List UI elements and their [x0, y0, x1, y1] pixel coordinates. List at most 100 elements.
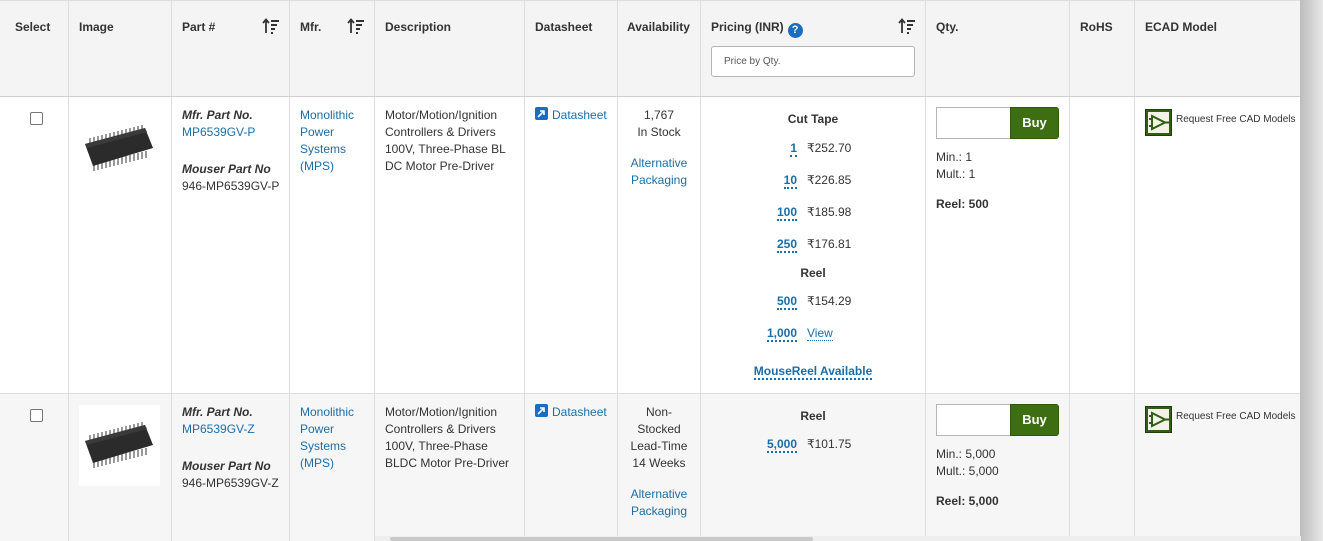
help-icon[interactable]: ? [787, 23, 803, 38]
product-image[interactable] [79, 108, 160, 189]
header-part[interactable]: Part # [172, 1, 290, 96]
ecad-model-icon[interactable] [1145, 406, 1172, 433]
select-checkbox[interactable] [30, 409, 43, 422]
reel-qty: Reel: 5,000 [936, 494, 999, 508]
row-availability-cell: Non- Stocked Lead-Time 14 Weeks Alternat… [618, 394, 701, 541]
datasheet-label[interactable]: Datasheet [552, 108, 607, 122]
alt-line[interactable]: Alternative [631, 156, 688, 170]
datasheet-link[interactable]: Datasheet [535, 107, 607, 124]
price-break-price: ₹154.29 [807, 294, 852, 308]
header-mfr-label[interactable]: Mfr. [300, 20, 321, 34]
chip-icon [85, 125, 153, 171]
sort-icon[interactable] [347, 18, 365, 34]
price-break-qty[interactable]: 500 [751, 294, 797, 310]
reel-label: Reel [800, 409, 826, 423]
price-by-qty-input[interactable] [711, 46, 915, 77]
price-break-qty[interactable]: 250 [751, 237, 797, 253]
select-checkbox[interactable] [30, 112, 43, 125]
row-desc-cell: Motor/Motion/Ignition Controllers & Driv… [375, 394, 525, 541]
price-break-qty[interactable]: 10 [751, 173, 797, 189]
header-availability-label: Availability [627, 20, 690, 34]
request-cad-link[interactable]: Request Free CAD Models [1176, 114, 1296, 125]
price-break-price: ₹185.98 [807, 205, 852, 219]
availability-text: Non- Stocked Lead-Time 14 Weeks [618, 404, 700, 472]
quantity-input[interactable] [936, 404, 1011, 436]
view-pricing-link[interactable]: View [807, 326, 833, 341]
header-part-label[interactable]: Part # [182, 20, 215, 34]
header-ecad: ECAD Model [1135, 1, 1300, 96]
alternative-packaging-link[interactable]: Alternative Packaging [618, 155, 700, 189]
row-availability-cell: 1,767 In Stock Alternative Packaging [618, 97, 701, 393]
manufacturer-link[interactable]: Monolithic Power Systems (MPS) [300, 107, 354, 175]
external-link-icon [535, 107, 548, 120]
row-image-cell [69, 97, 172, 393]
reel-qty: Reel: 500 [936, 197, 989, 211]
mfr-part-link[interactable]: MP6539GV-P [182, 124, 255, 141]
alt-line[interactable]: Alternative [631, 487, 688, 501]
price-break-row: 1 ₹252.70 [751, 141, 852, 157]
row-pricing-cell: Reel 5,000 ₹101.75 [701, 394, 926, 541]
row-desc-cell: Motor/Motion/Ignition Controllers & Driv… [375, 97, 525, 393]
manufacturer-line[interactable]: Monolithic [300, 405, 354, 419]
mfr-part-link[interactable]: MP6539GV-Z [182, 421, 255, 438]
row-part-cell: Mfr. Part No. MP6539GV-Z Mouser Part No … [172, 394, 290, 541]
manufacturer-line[interactable]: Systems [300, 142, 346, 156]
buy-button[interactable]: Buy [1010, 107, 1059, 139]
ecad-model-icon[interactable] [1145, 109, 1172, 136]
chip-icon [85, 422, 153, 468]
manufacturer-line[interactable]: (MPS) [300, 456, 334, 470]
price-break-qty[interactable]: 1 [751, 141, 797, 157]
horizontal-scrollbar-thumb[interactable] [390, 537, 813, 541]
manufacturer-link[interactable]: Monolithic Power Systems (MPS) [300, 404, 354, 472]
request-cad-link[interactable]: Request Free CAD Models [1176, 411, 1296, 422]
price-break-price: ₹252.70 [807, 141, 852, 155]
quantity-input[interactable] [936, 107, 1011, 139]
alt-line[interactable]: Packaging [631, 504, 687, 518]
row-mfr-cell: Monolithic Power Systems (MPS) [290, 97, 375, 393]
header-select-label: Select [15, 20, 51, 34]
row-datasheet-cell: Datasheet [525, 97, 618, 393]
reel-label: Reel [800, 266, 826, 280]
mult-qty: Mult.: 5,000 [936, 464, 999, 478]
description-line: BLDC Motor Pre-Driver [385, 456, 510, 470]
price-break-price: ₹101.75 [807, 437, 852, 451]
description-text: Motor/Motion/Ignition Controllers & Driv… [385, 404, 509, 472]
datasheet-label[interactable]: Datasheet [552, 405, 607, 419]
description-text: Motor/Motion/Ignition Controllers & Driv… [385, 107, 506, 175]
datasheet-link[interactable]: Datasheet [535, 404, 607, 421]
description-line: Controllers & Drivers [385, 125, 496, 139]
mouser-part-number: 946-MP6539GV-Z [182, 476, 279, 490]
product-image[interactable] [79, 405, 160, 486]
price-break-row: 100 ₹185.98 [751, 205, 852, 221]
alt-line[interactable]: Packaging [631, 173, 687, 187]
sort-icon[interactable] [262, 18, 280, 34]
price-break-row: 5,000 ₹101.75 [751, 437, 852, 453]
header-mfr[interactable]: Mfr. [290, 1, 375, 96]
row-mfr-cell: Monolithic Power Systems (MPS) [290, 394, 375, 541]
price-break-price[interactable]: View [807, 326, 833, 341]
description-line: Motor/Motion/Ignition [385, 108, 498, 122]
header-pricing: Pricing (INR)? [701, 1, 926, 96]
header-ecad-label: ECAD Model [1145, 20, 1217, 34]
sort-icon[interactable] [898, 18, 916, 34]
price-break-qty[interactable]: 100 [751, 205, 797, 221]
scroll-shadow [1300, 0, 1323, 541]
manufacturer-line[interactable]: Power [300, 422, 334, 436]
row-pricing-cell: Cut Tape 1 ₹252.70 10 ₹226.85 100 ₹185.98 2… [701, 97, 926, 393]
manufacturer-line[interactable]: (MPS) [300, 159, 334, 173]
stock-count: 1,767 [643, 108, 675, 122]
buy-button[interactable]: Buy [1010, 404, 1059, 436]
table-row: Mfr. Part No. MP6539GV-P Mouser Part No … [0, 97, 1300, 394]
alternative-packaging-link[interactable]: Alternative Packaging [618, 486, 700, 520]
row-qty-cell: Buy Min.: 1 Mult.: 1 Reel: 500 [926, 97, 1070, 393]
mousereel-link[interactable]: MouseReel Available [701, 364, 925, 380]
table-row: Mfr. Part No. MP6539GV-Z Mouser Part No … [0, 394, 1300, 541]
price-break-qty[interactable]: 5,000 [751, 437, 797, 453]
row-image-cell [69, 394, 172, 541]
manufacturer-line[interactable]: Monolithic [300, 108, 354, 122]
description-line: Motor/Motion/Ignition [385, 405, 498, 419]
manufacturer-line[interactable]: Systems [300, 439, 346, 453]
price-break-qty[interactable]: 1,000 [751, 326, 797, 342]
price-break-price: ₹176.81 [807, 237, 852, 251]
manufacturer-line[interactable]: Power [300, 125, 334, 139]
